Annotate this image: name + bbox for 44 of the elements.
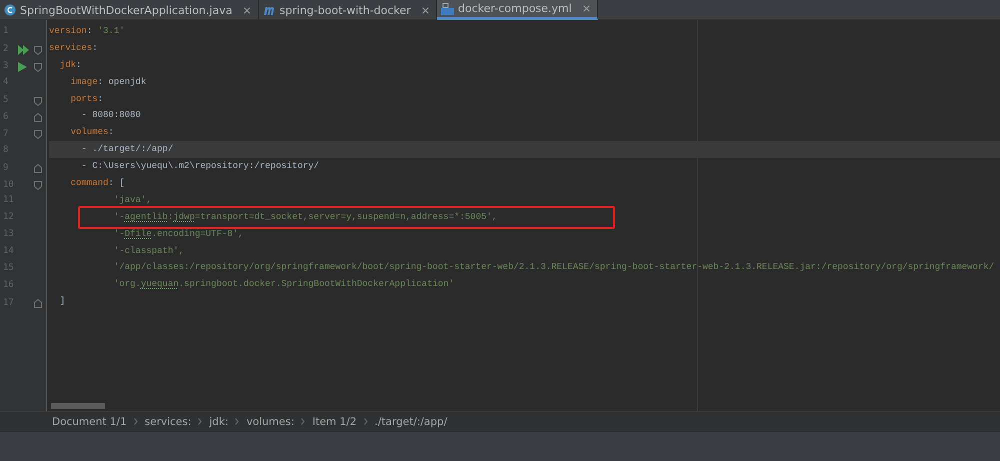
code-line: 'org.yuequan.springboot.docker.SpringBootWithDockerApplication' [112,279,454,290]
code-line: image: openjdk [70,76,146,87]
code-line: '/app/classes:/repository/org/springframework/boot/spring-boot-starter-web/2.1.3.RELEASE/spring-boot-starter-web-2.1.3.RELEASE.jar:/repository/org/springframework/ [112,262,994,272]
code-line: command: [ [70,178,125,188]
chevron-icon [235,418,240,425]
code-line: volumes: [70,127,114,138]
run-icon[interactable] [18,62,27,72]
code-line: - 8080:8080 [80,110,141,120]
run-all-icon[interactable] [18,44,30,55]
code-line: '-agentlib:jdwp=transport=dt_socket,server=y,suspend=n,address=*:5005', [112,212,498,222]
code-line: '-classpath', [112,246,184,256]
editor-tab[interactable]: docker-compose.yml × [437,0,598,20]
chevron-icon [134,418,138,425]
code-line: ports: [70,94,104,104]
chevron-icon [198,418,202,425]
close-icon[interactable]: × [242,4,252,16]
class-icon [4,4,16,16]
fold-end-icon[interactable] [34,164,42,174]
code-line: services: [49,42,98,53]
code-line: '-Dfile.encoding=UTF-8', [112,228,244,239]
close-icon[interactable]: × [582,2,592,15]
fold-end-icon[interactable] [34,113,42,122]
breadcrumb-item[interactable]: volumes: [246,416,294,428]
module-icon [262,5,276,15]
chevron-icon [301,418,306,425]
code-line: ] [58,296,66,306]
breadcrumb-item[interactable]: Item 1/2 [312,416,357,428]
breadcrumb-item[interactable]: Document 1/1 [52,416,127,428]
code-line: - ./target/:/app/ [80,144,174,154]
fold-icon[interactable] [34,181,42,190]
code-line: jdk: [58,60,82,70]
scrollbar-thumb[interactable] [51,403,105,409]
code-line: - C:\Users\yuequ\.m2\repository:/repository/ [80,161,320,172]
fold-icon[interactable] [34,130,42,140]
fold-end-icon[interactable] [34,299,42,308]
fold-icon[interactable] [34,96,42,106]
chevron-icon [364,418,368,425]
container-icon [441,2,454,14]
breadcrumb-item[interactable]: services: [144,416,192,428]
breadcrumb-item[interactable]: jdk: [209,416,228,428]
breadcrumb-item[interactable]: ./target/:/app/ [374,416,448,428]
close-icon[interactable]: × [420,4,430,16]
code-line: 'java', [112,194,152,205]
code-line: version: '3.1' [49,26,125,36]
